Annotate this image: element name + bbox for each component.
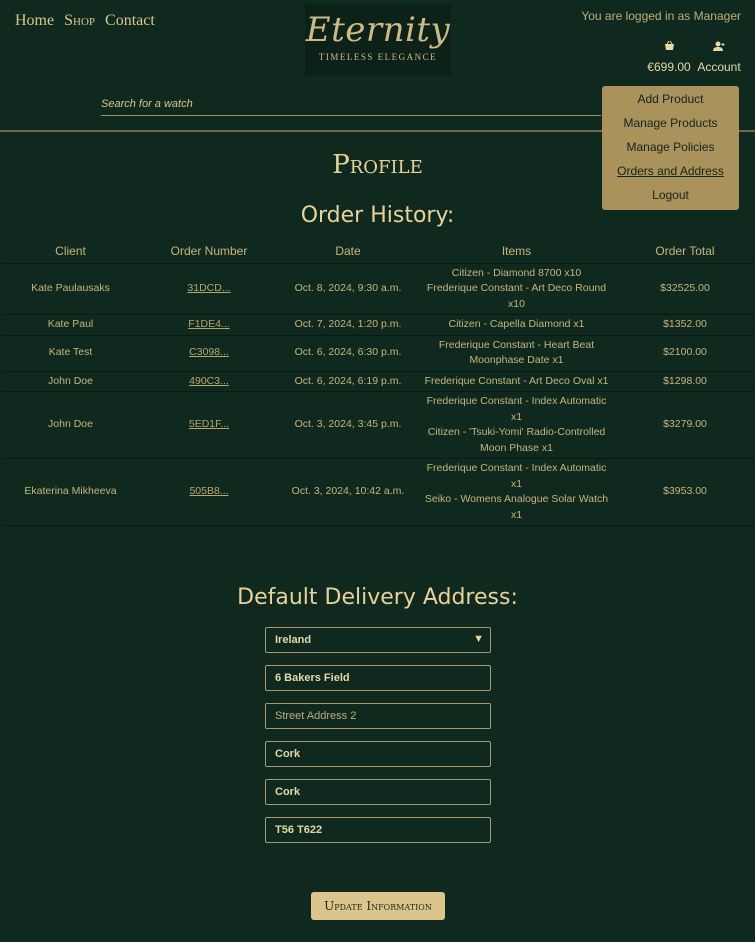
table-row: John Doe 5ED1F... Oct. 3, 2024, 3:45 p.m. F… [2, 391, 754, 459]
user-icon [697, 41, 741, 55]
order-items: Citizen - Capella Diamond x1 [417, 314, 616, 336]
cart-total: €699.00 [647, 60, 691, 74]
order-client: Kate Test [2, 335, 139, 372]
table-row: Kate Paul F1DE4... Oct. 7, 2024, 1:20 p.m.… [2, 314, 754, 336]
county-input[interactable] [275, 786, 481, 798]
order-number-link[interactable]: 490C3... [189, 375, 229, 387]
header-client: Client [2, 240, 139, 264]
order-date: Oct. 6, 2024, 6:19 p.m. [279, 371, 417, 392]
order-client: John Doe [2, 391, 139, 459]
order-date: Oct. 6, 2024, 6:30 p.m. [279, 335, 417, 372]
country-value: Ireland [275, 634, 312, 646]
order-number-link[interactable]: C3098... [189, 346, 229, 358]
order-total: $32525.00 [616, 263, 754, 315]
login-status: You are logged in as Manager [581, 9, 741, 23]
nav-contact[interactable]: Contact [105, 12, 155, 30]
order-client: Kate Paulausaks [2, 263, 139, 315]
order-number-link[interactable]: 505B8... [189, 485, 228, 497]
search-input[interactable] [101, 94, 601, 114]
order-history-title: Order History: [300, 203, 455, 228]
order-item: Citizen - Capella Diamond x1 [448, 318, 585, 330]
order-total: $2100.00 [616, 335, 754, 372]
order-date: Oct. 8, 2024, 9:30 a.m. [279, 263, 417, 315]
table-row: Kate Paulausaks 31DCD... Oct. 8, 2024, 9:3… [2, 263, 754, 315]
order-items: Frederique Constant - Art Deco Oval x1 [417, 371, 616, 392]
nav-shop[interactable]: Shop [64, 12, 95, 30]
main-nav: Home Shop Contact [15, 12, 155, 30]
order-items: Frederique Constant - Index Automatic x1… [417, 391, 616, 459]
order-items: Frederique Constant - Index Automatic x1… [417, 458, 616, 526]
order-items: Frederique Constant - Heart Beat Moonpha… [417, 335, 616, 372]
dropdown-arrow-icon: ▼ [473, 633, 484, 645]
basket-icon [646, 40, 692, 55]
order-client: Kate Paul [2, 314, 139, 336]
orders-table: Client Order Number Date Items Order Tot… [2, 240, 754, 526]
street-address-1-input[interactable] [275, 672, 481, 684]
update-information-button[interactable]: Update Information [311, 892, 445, 920]
table-row: Ekaterina Mikheeva 505B8... Oct. 3, 2024, … [2, 458, 754, 526]
order-date: Oct. 3, 2024, 3:45 p.m. [279, 391, 417, 459]
table-row: Kate Test C3098... Oct. 6, 2024, 6:30 p.m.… [2, 335, 754, 372]
page-title: Profile [332, 150, 423, 180]
order-item: Frederique Constant - Index Automatic x1 [426, 462, 607, 490]
order-items: Citizen - Diamond 8700 x10 Frederique Con… [417, 263, 616, 315]
account-label: Account [697, 60, 741, 74]
account-dropdown: Add Product Manage Products Manage Polic… [602, 86, 739, 210]
order-total: $1352.00 [616, 314, 754, 336]
logo[interactable]: Eternity TIMELESS ELEGANCE [305, 4, 451, 76]
table-row: John Doe 490C3... Oct. 6, 2024, 6:19 p.m. F… [2, 371, 754, 392]
account-link[interactable]: Account [697, 41, 741, 74]
menu-add-product[interactable]: Add Product [602, 91, 739, 115]
order-client: Ekaterina Mikheeva [2, 458, 139, 526]
cart-link[interactable]: €699.00 [646, 40, 692, 74]
order-item: Frederique Constant - Art Deco Oval x1 [424, 374, 609, 387]
search-bar [101, 94, 601, 116]
nav-home[interactable]: Home [15, 12, 54, 30]
table-header-row: Client Order Number Date Items Order Tot… [2, 240, 754, 264]
order-item: Citizen - 'Tsuki-Yomi' Radio-Controlled … [427, 426, 606, 454]
menu-manage-products[interactable]: Manage Products [602, 115, 739, 139]
order-item: Frederique Constant - Heart Beat Moonpha… [438, 338, 595, 367]
order-item: Frederique Constant - Art Deco Round x10 [426, 282, 607, 310]
order-number-link[interactable]: 5ED1F... [189, 418, 229, 430]
address-form: Ireland ▼ [265, 627, 491, 855]
delivery-address-title: Default Delivery Address: [237, 585, 518, 610]
town-input[interactable] [275, 748, 481, 760]
header-order-total: Order Total [616, 240, 754, 264]
order-date: Oct. 7, 2024, 1:20 p.m. [279, 314, 417, 336]
header-items: Items [417, 240, 616, 264]
country-select[interactable]: Ireland ▼ [265, 627, 491, 653]
header-order-number: Order Number [139, 240, 279, 264]
order-item: Frederique Constant - Index Automatic x1 [426, 395, 607, 423]
order-item: Seiko - Womens Analogue Solar Watch x1 [424, 493, 609, 521]
order-number-link[interactable]: F1DE4... [188, 318, 229, 330]
logo-wordmark: Eternity [305, 10, 451, 50]
postcode-input[interactable] [275, 824, 481, 836]
order-number-link[interactable]: 31DCD... [187, 282, 230, 294]
order-date: Oct. 3, 2024, 10:42 a.m. [279, 458, 417, 526]
order-client: John Doe [2, 371, 139, 392]
logo-tagline: TIMELESS ELEGANCE [318, 52, 438, 62]
order-item: Citizen - Diamond 8700 x10 [451, 266, 582, 279]
street-address-2-input[interactable] [275, 710, 481, 722]
header-date: Date [279, 240, 417, 264]
order-total: $1298.00 [616, 371, 754, 392]
order-total: $3279.00 [616, 391, 754, 459]
order-total: $3953.00 [616, 458, 754, 526]
